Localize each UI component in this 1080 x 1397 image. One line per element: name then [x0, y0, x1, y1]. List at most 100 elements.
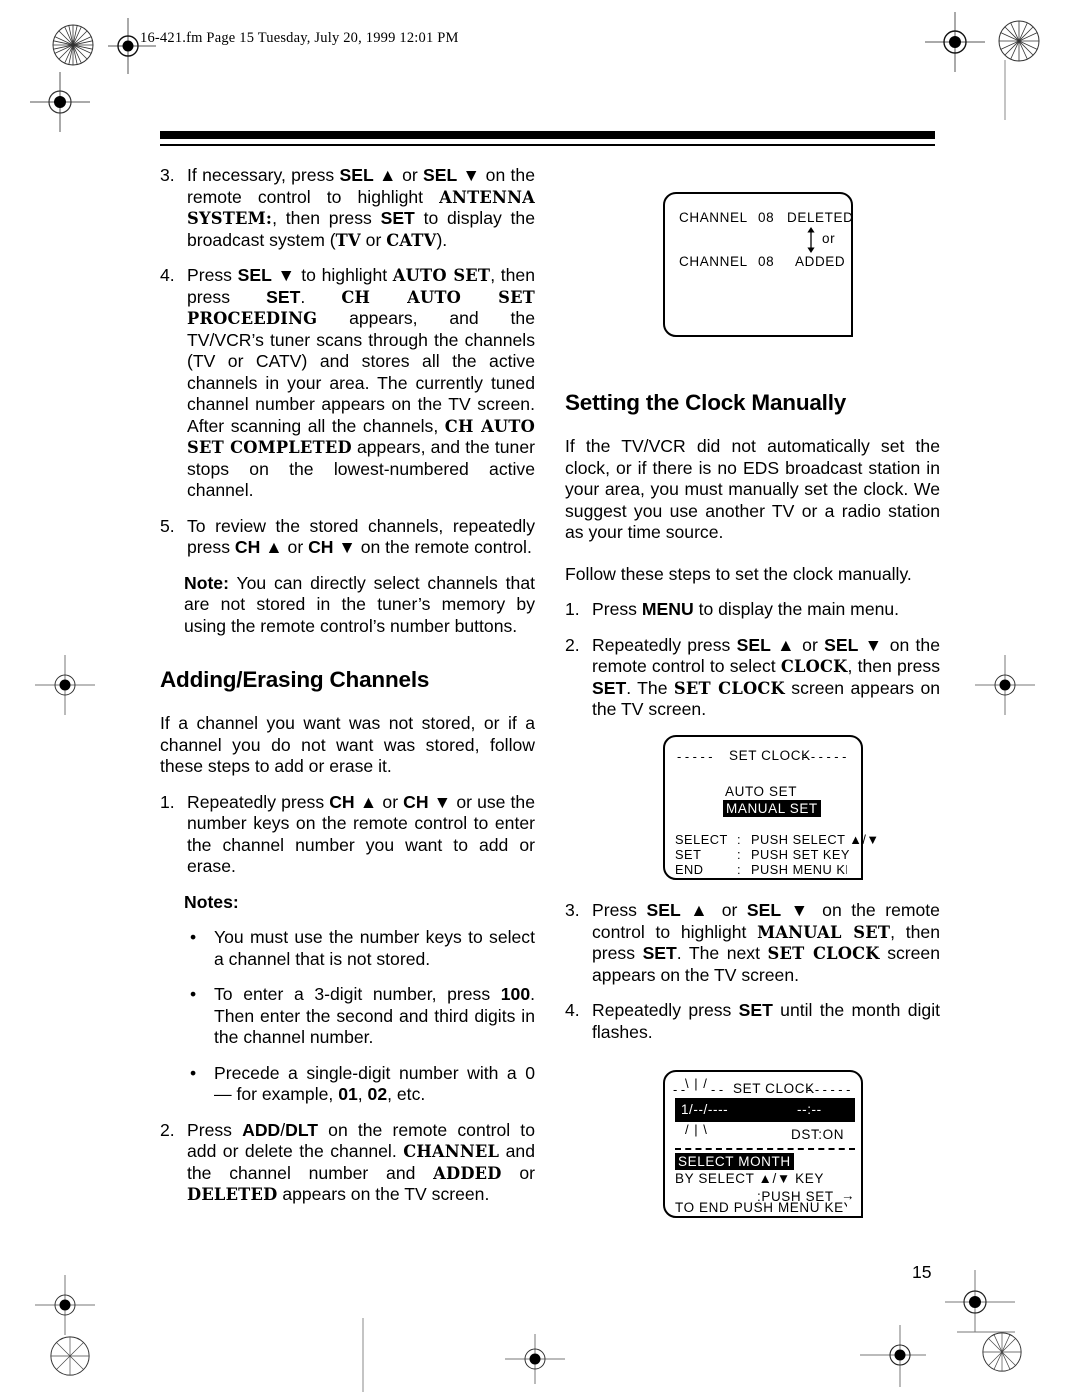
right-column: Setting the Clock Manually If the TV/VCR…	[565, 390, 940, 735]
bullet-list: • You must use the number keys to select …	[160, 927, 535, 1106]
list-marker: 2.	[565, 634, 580, 655]
text-run: Repeatedly press	[187, 791, 330, 812]
key-label: SEL	[824, 634, 859, 655]
osd-label: CHANNEL	[403, 1142, 500, 1161]
notes-heading-row: Notes:	[160, 892, 535, 914]
key-label: SEL	[736, 634, 771, 655]
trim-line-bottom-center	[360, 1318, 366, 1392]
menu-dash-left: - - - - -	[677, 749, 713, 764]
flash-bottom-icon: / | \	[685, 1122, 708, 1137]
notes-heading: Notes:	[184, 891, 239, 912]
key-label: SET	[738, 1000, 773, 1020]
text-run: ▲ or	[680, 900, 747, 920]
text-run: To enter a 3-digit number, press	[214, 984, 501, 1004]
key-label: CH	[308, 537, 334, 557]
select-month-label: SELECT MONTH	[675, 1153, 794, 1170]
list-item-text: Press MENU to display the main menu.	[592, 599, 940, 621]
to-end-hint: TO END PUSH MENU KEY	[675, 1200, 854, 1215]
list-item-text: To review the stored channels, repeatedl…	[187, 516, 535, 559]
list-item-text: Repeatedly press SEL ▲ or SEL ▼ on the r…	[592, 635, 940, 721]
menu-help-row: SELECT: PUSH SELECT ▲/▼	[675, 832, 880, 847]
key-label: SEL	[237, 265, 272, 285]
key-label: ADD	[242, 1119, 281, 1140]
page-number: 15	[912, 1262, 932, 1282]
list-item-text: If necessary, press SEL ▲ or SEL ▼ on th…	[187, 165, 535, 251]
adding-intro: If a channel you want was not stored, or…	[160, 713, 535, 776]
month-title: SET CLOCK	[733, 1081, 815, 1096]
text-run: ,	[357, 1084, 368, 1104]
text-run: or	[360, 229, 387, 250]
list-item-numbered: 1. Repeatedly press CH ▲ or CH ▼ or use t…	[160, 792, 535, 878]
menu-dash-right: - - - - - -	[803, 749, 847, 764]
text-run: , etc.	[387, 1084, 426, 1104]
menu-help-key: SELECT	[675, 832, 728, 847]
list-item-text: To enter a 3-digit number, press 100. Th…	[214, 984, 535, 1049]
figure-channel-screen: CHANNEL 08 DELETED or CHANNEL 08 ADDED	[663, 192, 853, 337]
menu-help-key: END	[675, 862, 704, 877]
menu-help-rows: SELECT: PUSH SELECT ▲/▼ SET: PUSH SET KEY EN…	[675, 832, 880, 877]
list-item-numbered: 5. To review the stored channels, repeate…	[160, 516, 535, 559]
menu-option-manual-set-label: MANUAL SET	[723, 800, 821, 817]
channel-line2-status: ADDED	[795, 254, 846, 269]
registration-mark-bottom-right-lower	[860, 1325, 930, 1391]
menu-help-colon: :	[737, 862, 742, 877]
dst-status: DST:ON	[791, 1127, 845, 1142]
text-run: ).	[436, 229, 448, 250]
registration-mark-mid-right	[975, 655, 1035, 715]
osd-label: TV	[335, 230, 361, 250]
text-run: ▼ on the remote control.	[333, 537, 532, 557]
menu-help-colon: :	[737, 847, 742, 862]
month-dash-mid: - -	[711, 1082, 724, 1097]
menu-title: SET CLOCK	[729, 748, 811, 763]
registration-mark-bottom-left	[35, 1275, 95, 1335]
key-label: SET	[642, 943, 677, 963]
menu-help-colon: :	[737, 832, 742, 847]
flash-top-icon: \ | /	[685, 1076, 708, 1091]
channel-line1-number: 08	[758, 210, 775, 225]
list-marker: •	[190, 1062, 197, 1083]
key-label: SET	[380, 208, 415, 228]
divider-dashed	[675, 1148, 855, 1150]
menu-help-value: PUSH MENU KEY	[751, 862, 864, 877]
list-marker: 3.	[565, 900, 580, 920]
key-label: SEL	[339, 165, 374, 185]
or-arrow-icon	[805, 227, 819, 253]
key-label: 01	[338, 1084, 358, 1104]
menu-option-manual-set[interactable]: MANUAL SET	[723, 800, 821, 817]
running-header: 16-421.fm Page 15 Tuesday, July 20, 1999…	[140, 30, 459, 46]
text-run: Repeatedly press	[592, 1000, 739, 1020]
step-list-adding2: 2. Press ADD/DLT on the remote control to…	[160, 1120, 535, 1206]
key-label: CH	[329, 791, 355, 812]
starburst-mark-bottom-right	[980, 1330, 1024, 1379]
step-list-adding: 1. Repeatedly press CH ▲ or CH ▼ or use t…	[160, 792, 535, 878]
key-label: SEL	[423, 165, 458, 185]
menu-option-auto-set[interactable]: AUTO SET	[725, 784, 797, 799]
key-label: 02	[367, 1084, 388, 1104]
figure-set-clock-month: - - \ | / - - SET CLOCK - - - - - - 1 /-…	[663, 1070, 863, 1218]
text-run: Press	[592, 599, 642, 619]
date-month-digit[interactable]: 1	[681, 1102, 689, 1117]
list-item-text: Press ADD/DLT on the remote control to a…	[187, 1120, 535, 1206]
list-marker: 5.	[160, 515, 175, 536]
list-marker: 4.	[565, 1000, 580, 1020]
osd-label: MANUAL SET	[757, 922, 891, 942]
text-run: to display the main menu.	[693, 599, 900, 619]
list-marker: •	[190, 927, 197, 947]
date-rest: /--/----	[689, 1102, 729, 1117]
registration-mark-top-left	[30, 72, 90, 132]
text-run: . The	[626, 677, 674, 698]
text-run: , then press	[847, 656, 940, 676]
list-item-numbered: 4. Repeatedly press SET until the month d…	[565, 1000, 940, 1043]
select-month-prompt: SELECT MONTH	[675, 1153, 794, 1170]
text-run: ▲ or	[354, 791, 404, 812]
list-item-text: You must use the number keys to select a…	[214, 927, 535, 970]
month-dash-left: - -	[673, 1082, 686, 1097]
menu-help-key: SET	[675, 847, 702, 862]
menu-help-row: SET: PUSH SET KEY	[675, 847, 880, 862]
menu-help-row: END: PUSH MENU KEY	[675, 862, 880, 877]
month-dash-right: - - - - - -	[807, 1082, 851, 1097]
osd-label: SET CLOCK	[673, 678, 785, 698]
note-block: Note: You can directly select channels t…	[160, 573, 535, 638]
key-label: MENU	[641, 599, 694, 619]
list-marker: 4.	[160, 265, 175, 285]
